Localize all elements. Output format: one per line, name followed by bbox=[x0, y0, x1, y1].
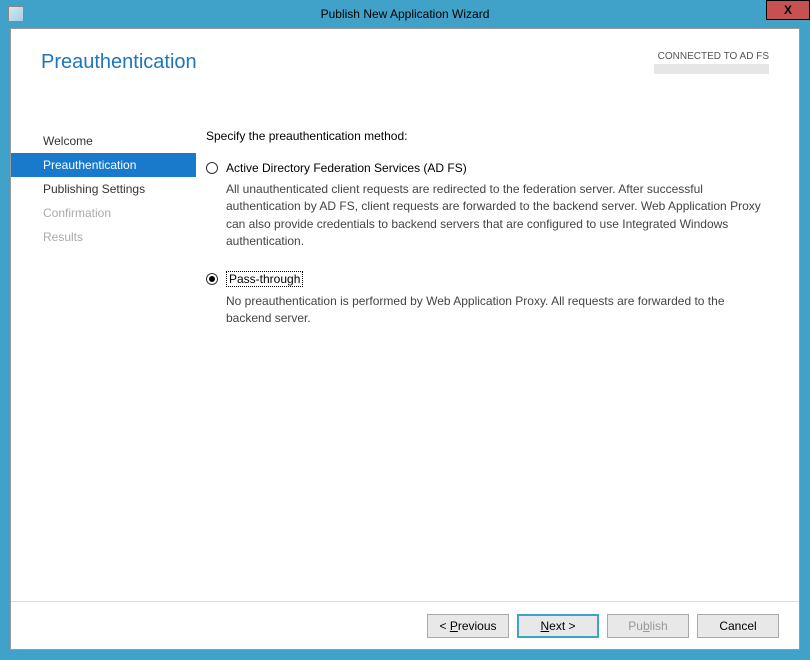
option-adfs-description: All unauthenticated client requests are … bbox=[226, 181, 771, 251]
wizard-panel: Preauthentication CONNECTED TO AD FS Wel… bbox=[10, 28, 800, 650]
publish-button: Publish bbox=[607, 614, 689, 638]
sidebar-item-results: Results bbox=[11, 225, 196, 249]
option-passthrough-description: No preauthentication is performed by Web… bbox=[226, 293, 771, 328]
radio-passthrough[interactable] bbox=[206, 273, 218, 285]
connected-label: CONNECTED TO AD FS bbox=[654, 51, 769, 62]
previous-button[interactable]: < Previous bbox=[427, 614, 509, 638]
sidebar-item-welcome[interactable]: Welcome bbox=[11, 129, 196, 153]
next-button[interactable]: Next > bbox=[517, 614, 599, 638]
sidebar-item-confirmation: Confirmation bbox=[11, 201, 196, 225]
radio-adfs[interactable] bbox=[206, 162, 218, 174]
app-icon bbox=[8, 6, 24, 22]
radio-passthrough-label[interactable]: Pass-through bbox=[226, 271, 303, 287]
sidebar-item-preauthentication[interactable]: Preauthentication bbox=[11, 153, 196, 177]
content-panel: Specify the preauthentication method: Ac… bbox=[196, 119, 799, 599]
cancel-button[interactable]: Cancel bbox=[697, 614, 779, 638]
button-bar: < Previous Next > Publish Cancel bbox=[11, 601, 799, 649]
sidebar-item-publishing-settings[interactable]: Publishing Settings bbox=[11, 177, 196, 201]
close-button[interactable]: X bbox=[766, 0, 810, 20]
page-title: Preauthentication bbox=[41, 51, 197, 74]
header-area: Preauthentication CONNECTED TO AD FS bbox=[11, 29, 799, 87]
option-passthrough: Pass-through No preauthentication is per… bbox=[206, 271, 771, 328]
radio-adfs-label[interactable]: Active Directory Federation Services (AD… bbox=[226, 161, 467, 175]
body-area: Welcome Preauthentication Publishing Set… bbox=[11, 119, 799, 599]
instruction-text: Specify the preauthentication method: bbox=[206, 129, 771, 143]
titlebar: Publish New Application Wizard X bbox=[0, 0, 810, 28]
window-frame: Publish New Application Wizard X Preauth… bbox=[0, 0, 810, 660]
connected-server-placeholder bbox=[654, 64, 769, 74]
wizard-steps-sidebar: Welcome Preauthentication Publishing Set… bbox=[11, 119, 196, 599]
connection-status: CONNECTED TO AD FS bbox=[654, 51, 769, 77]
option-adfs: Active Directory Federation Services (AD… bbox=[206, 161, 771, 251]
window-title: Publish New Application Wizard bbox=[0, 7, 810, 21]
